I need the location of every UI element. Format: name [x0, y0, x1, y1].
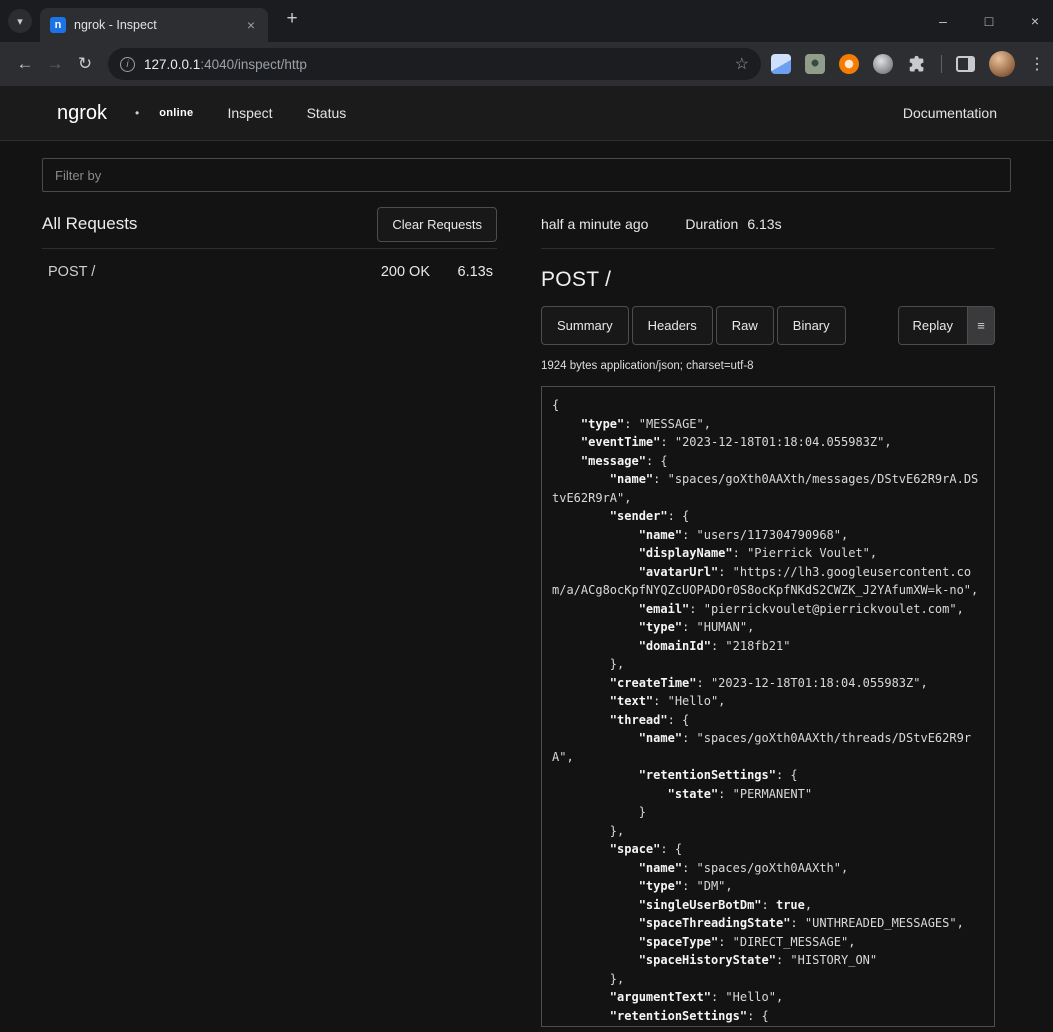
detail-tabs: Summary Headers Raw Binary Replay ≡	[541, 306, 995, 345]
side-panel-icon[interactable]	[956, 56, 975, 72]
online-status-badge: online	[159, 107, 193, 119]
status-dot-icon: •	[135, 106, 139, 120]
minimize-button[interactable]: –	[935, 13, 951, 29]
duration-value: 6.13s	[747, 216, 781, 232]
screenshot-extension-icon[interactable]	[771, 54, 791, 74]
request-time-ago: half a minute ago	[541, 216, 648, 232]
bookmark-star-icon[interactable]: ☆	[735, 54, 749, 74]
browser-chrome: ▾ n ngrok - Inspect × + – □ × ← → ↻ i 12…	[0, 0, 1053, 86]
ngrok-favicon-icon: n	[50, 17, 66, 33]
extension-icons: ⋮	[771, 51, 1043, 77]
request-body-viewer[interactable]: { "type": "MESSAGE", "eventTime": "2023-…	[541, 386, 995, 1027]
request-detail-panel: half a minute ago Duration 6.13s POST / …	[541, 200, 995, 1027]
site-info-icon[interactable]: i	[120, 57, 135, 72]
body-meta: 1924 bytes application/json; charset=utf…	[541, 360, 995, 372]
reload-button[interactable]: ↻	[70, 49, 100, 79]
replay-menu-icon[interactable]: ≡	[967, 307, 994, 344]
tab-summary[interactable]: Summary	[541, 306, 629, 345]
request-status: 200 OK	[381, 264, 430, 280]
toolbar-divider	[941, 55, 942, 73]
browser-tab[interactable]: n ngrok - Inspect ×	[40, 8, 268, 42]
tab-raw[interactable]: Raw	[716, 306, 774, 345]
tab-headers[interactable]: Headers	[632, 306, 713, 345]
requests-panel: All Requests Clear Requests POST / 200 O…	[42, 200, 497, 1027]
extensions-puzzle-icon[interactable]	[907, 54, 927, 74]
request-body-json: { "type": "MESSAGE", "eventTime": "2023-…	[552, 396, 984, 1025]
tab-strip: ▾ n ngrok - Inspect × + – □ ×	[0, 0, 1053, 42]
ngrok-logo[interactable]: ngrok	[57, 102, 107, 125]
requests-title: All Requests	[42, 214, 137, 234]
swirl-extension-icon[interactable]	[873, 54, 893, 74]
filter-input[interactable]	[42, 158, 1011, 192]
request-duration: 6.13s	[447, 264, 493, 280]
url-text: 127.0.0.1:4040/inspect/http	[144, 57, 727, 72]
new-tab-button[interactable]: +	[280, 8, 304, 30]
tab-title: ngrok - Inspect	[74, 18, 242, 32]
nav-documentation[interactable]: Documentation	[903, 105, 997, 121]
back-button[interactable]: ←	[10, 49, 40, 79]
profile-avatar[interactable]	[989, 51, 1015, 77]
browser-toolbar: ← → ↻ i 127.0.0.1:4040/inspect/http ☆ ⋮	[0, 42, 1053, 86]
url-host: 127.0.0.1	[144, 57, 200, 72]
inspect-content: All Requests Clear Requests POST / 200 O…	[0, 141, 1053, 1027]
clear-requests-button[interactable]: Clear Requests	[377, 207, 497, 242]
forward-button[interactable]: →	[40, 49, 70, 79]
window-close-button[interactable]: ×	[1027, 13, 1043, 29]
mask-extension-icon[interactable]	[805, 54, 825, 74]
request-row[interactable]: POST / 200 OK 6.13s	[42, 249, 497, 295]
replay-button[interactable]: Replay	[899, 307, 967, 344]
request-method-path: POST /	[48, 264, 381, 280]
orange-extension-icon[interactable]	[839, 54, 859, 74]
url-path: :4040/inspect/http	[200, 57, 307, 72]
nav-status[interactable]: Status	[307, 105, 347, 121]
replay-split-button: Replay ≡	[898, 306, 995, 345]
tab-search-button[interactable]: ▾	[8, 9, 32, 33]
nav-inspect[interactable]: Inspect	[227, 105, 272, 121]
window-controls: – □ ×	[935, 0, 1043, 42]
tab-close-icon[interactable]: ×	[242, 16, 260, 34]
tab-binary[interactable]: Binary	[777, 306, 846, 345]
maximize-button[interactable]: □	[981, 13, 997, 29]
browser-menu-icon[interactable]: ⋮	[1029, 54, 1043, 74]
duration-label: Duration	[685, 216, 738, 232]
ngrok-header: ngrok • online Inspect Status Documentat…	[0, 86, 1053, 141]
address-bar[interactable]: i 127.0.0.1:4040/inspect/http ☆	[108, 48, 761, 80]
detail-title: POST /	[541, 268, 995, 292]
